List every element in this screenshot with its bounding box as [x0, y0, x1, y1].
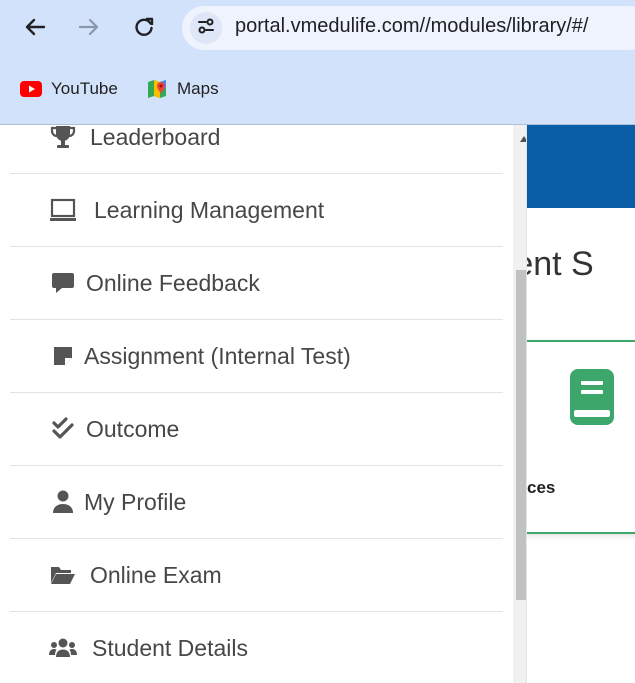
bookmark-label: Maps — [177, 79, 219, 98]
sidebar-scrollbar[interactable] — [513, 125, 526, 683]
scroll-up-button[interactable] — [513, 128, 526, 147]
page-header-bar — [526, 125, 635, 208]
site-info-button[interactable] — [190, 12, 222, 44]
sidebar-item-label: Assignment (Internal Test) — [84, 342, 351, 369]
youtube-icon — [20, 81, 42, 97]
sidebar-item-assignment[interactable]: Assignment (Internal Test) — [10, 320, 503, 393]
bookmark-youtube[interactable]: YouTube — [20, 76, 118, 102]
bookmark-label: YouTube — [51, 79, 118, 98]
sidebar-menu: Leaderboard Learning Management Online F… — [10, 125, 527, 683]
forward-arrow-icon — [78, 16, 100, 38]
sidebar-item-student-details[interactable]: Student Details — [10, 612, 503, 683]
maps-icon — [146, 78, 168, 100]
caret-up-icon — [519, 128, 526, 147]
sidebar-item-label: Online Exam — [90, 561, 222, 588]
back-arrow-icon — [24, 16, 46, 38]
users-icon — [48, 633, 78, 663]
book-icon — [568, 367, 616, 431]
site-settings-icon — [196, 16, 216, 40]
sidebar-item-leaderboard[interactable]: Leaderboard — [10, 125, 503, 174]
sidebar-item-label: Online Feedback — [86, 269, 260, 296]
sidebar-item-label: Student Details — [92, 634, 248, 661]
sidebar-item-label: Learning Management — [94, 196, 325, 223]
forward-button[interactable] — [72, 10, 106, 44]
reload-icon — [133, 16, 155, 38]
sidebar-item-label: My Profile — [84, 488, 187, 515]
bookmark-maps[interactable]: Maps — [146, 76, 219, 102]
browser-window: portal.vmedulife.com//modules/library/#/… — [0, 0, 635, 683]
reload-button[interactable] — [127, 10, 161, 44]
sidebar-item-learning-management[interactable]: Learning Management — [10, 174, 503, 247]
double-check-icon — [48, 414, 78, 444]
comment-icon — [48, 268, 78, 298]
sidebar-item-online-feedback[interactable]: Online Feedback — [10, 247, 503, 320]
browser-toolbar: portal.vmedulife.com//modules/library/#/… — [0, 0, 635, 125]
resource-card[interactable]: ces — [515, 340, 635, 534]
scrollbar-thumb[interactable] — [516, 270, 526, 600]
card-label: ces — [527, 478, 556, 497]
sidebar-item-my-profile[interactable]: My Profile — [10, 466, 503, 539]
trophy-icon — [48, 125, 78, 152]
folder-open-icon — [48, 560, 78, 590]
sidebar-item-outcome[interactable]: Outcome — [10, 393, 503, 466]
sticky-note-icon — [48, 341, 78, 371]
sidebar-item-online-exam[interactable]: Online Exam — [10, 539, 503, 612]
sidebar-item-label: Outcome — [86, 415, 180, 442]
laptop-icon — [48, 195, 78, 225]
address-bar[interactable]: portal.vmedulife.com//modules/library/#/ — [182, 6, 635, 50]
user-icon — [48, 487, 78, 517]
back-button[interactable] — [18, 10, 52, 44]
sidebar-item-label: Leaderboard — [90, 125, 221, 150]
url-text[interactable]: portal.vmedulife.com//modules/library/#/ — [235, 15, 588, 38]
